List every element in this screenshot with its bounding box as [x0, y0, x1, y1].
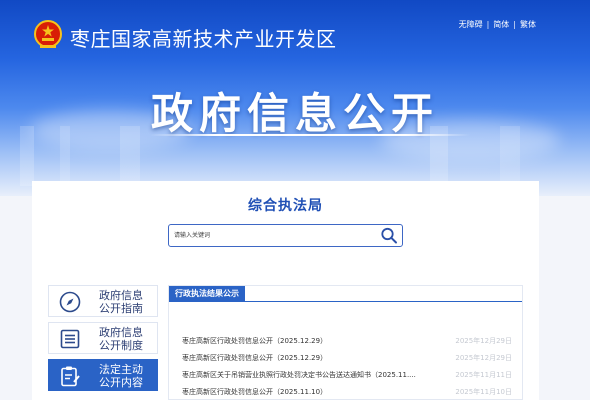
- sidebar-item-disclosure-guide[interactable]: 政府信息 公开指南: [48, 285, 158, 317]
- list-item-title[interactable]: 枣庄高新区行政处罚信息公开（2025.12.29）: [182, 335, 432, 347]
- list-item-title[interactable]: 枣庄高新区行政处罚信息公开（2025.11.10）: [182, 386, 432, 398]
- list-item[interactable]: 枣庄高新区行政处罚信息公开（2025.12.29） 2025年12月29日: [182, 335, 512, 347]
- list-item-title[interactable]: 枣庄高新区关于吊销营业执照行政处罚决定书公告送达通知书（2025.11....: [182, 369, 432, 381]
- list-item-date: 2025年12月29日: [455, 354, 512, 362]
- list-item-title[interactable]: 枣庄高新区行政处罚信息公开（2025.12.29）: [182, 352, 432, 364]
- simplified-chinese-link[interactable]: 简体: [493, 19, 509, 30]
- department-title: 综合执法局: [248, 198, 323, 214]
- accessibility-link[interactable]: 无障碍: [459, 19, 483, 30]
- top-links: 无障碍 | 简体 | 繁体: [458, 19, 536, 30]
- tab-bar: 行政执法结果公示: [169, 286, 522, 302]
- results-list-panel: 行政执法结果公示 枣庄高新区行政处罚信息公开（2025.12.29） 2025年…: [168, 285, 523, 400]
- search-input[interactable]: [174, 228, 374, 243]
- sidebar-item-label: 政府信息 公开指南: [99, 289, 143, 315]
- list-item[interactable]: 枣庄高新区行政处罚信息公开（2025.12.29） 2025年12月29日: [182, 352, 512, 364]
- document-list-icon: [60, 329, 80, 349]
- header-banner: 枣庄国家高新技术产业开发区 无障碍 | 简体 | 繁体 政府信息公开: [0, 0, 590, 196]
- site-name[interactable]: 枣庄国家高新技术产业开发区: [70, 23, 337, 52]
- sidebar-item-label: 法定主动 公开内容: [99, 363, 143, 389]
- clipboard-edit-icon: [61, 366, 80, 387]
- main-panel: 综合执法局 政府信息 公开指南 政府信息 公开制度: [32, 181, 539, 400]
- list-item[interactable]: 枣庄高新区关于吊销营业执照行政处罚决定书公告送达通知书（2025.11.... …: [182, 369, 512, 381]
- national-emblem-icon: [34, 20, 62, 48]
- compass-icon: [59, 291, 81, 313]
- list-item-date: 2025年12月29日: [455, 337, 512, 345]
- search-box: [168, 224, 403, 247]
- sidebar-item-disclosure-system[interactable]: 政府信息 公开制度: [48, 322, 158, 354]
- traditional-chinese-link[interactable]: 繁体: [520, 19, 536, 30]
- hero-underline: [150, 134, 470, 136]
- sidebar-item-label: 政府信息 公开制度: [99, 326, 143, 352]
- list-item-date: 2025年11月11日: [455, 371, 512, 379]
- search-icon[interactable]: [380, 227, 398, 244]
- list-item-date: 2025年11月10日: [455, 388, 512, 396]
- list-item[interactable]: 枣庄高新区行政处罚信息公开（2025.11.10） 2025年11月10日: [182, 386, 512, 398]
- sidebar-item-statutory-disclosure[interactable]: 法定主动 公开内容: [48, 359, 158, 391]
- hero-title: 政府信息公开: [150, 89, 439, 138]
- tab-enforcement-results[interactable]: 行政执法结果公示: [169, 286, 245, 302]
